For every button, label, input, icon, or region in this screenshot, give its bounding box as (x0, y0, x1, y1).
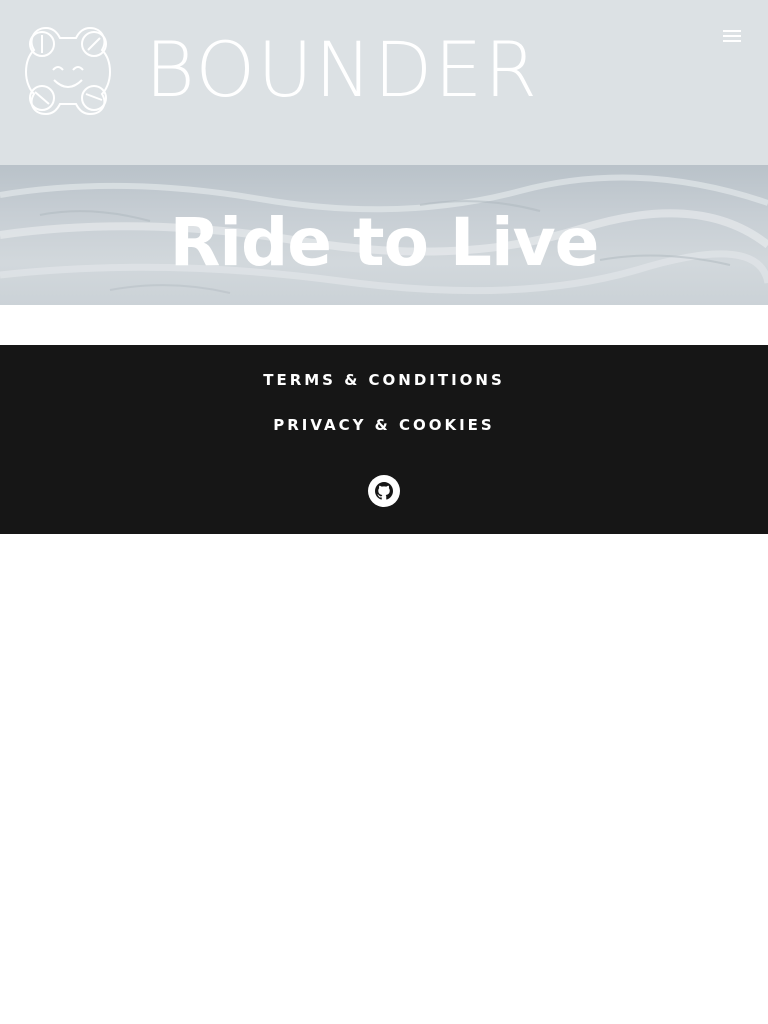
privacy-and-cookies-link[interactable]: PRIVACY & COOKIES (0, 416, 768, 434)
site-header: BOUNDER (0, 0, 768, 165)
site-footer: TERMS & CONDITIONS PRIVACY & COOKIES (0, 345, 768, 534)
hamburger-menu-icon[interactable] (716, 22, 748, 50)
smiling-bear-logo-icon[interactable] (20, 22, 116, 118)
brand-wordmark[interactable]: BOUNDER (145, 22, 539, 118)
hero-banner: Ride to Live (0, 165, 768, 305)
hero-title: Ride to Live (169, 204, 600, 281)
github-icon[interactable] (368, 475, 400, 507)
terms-and-conditions-link[interactable]: TERMS & CONDITIONS (0, 371, 768, 389)
